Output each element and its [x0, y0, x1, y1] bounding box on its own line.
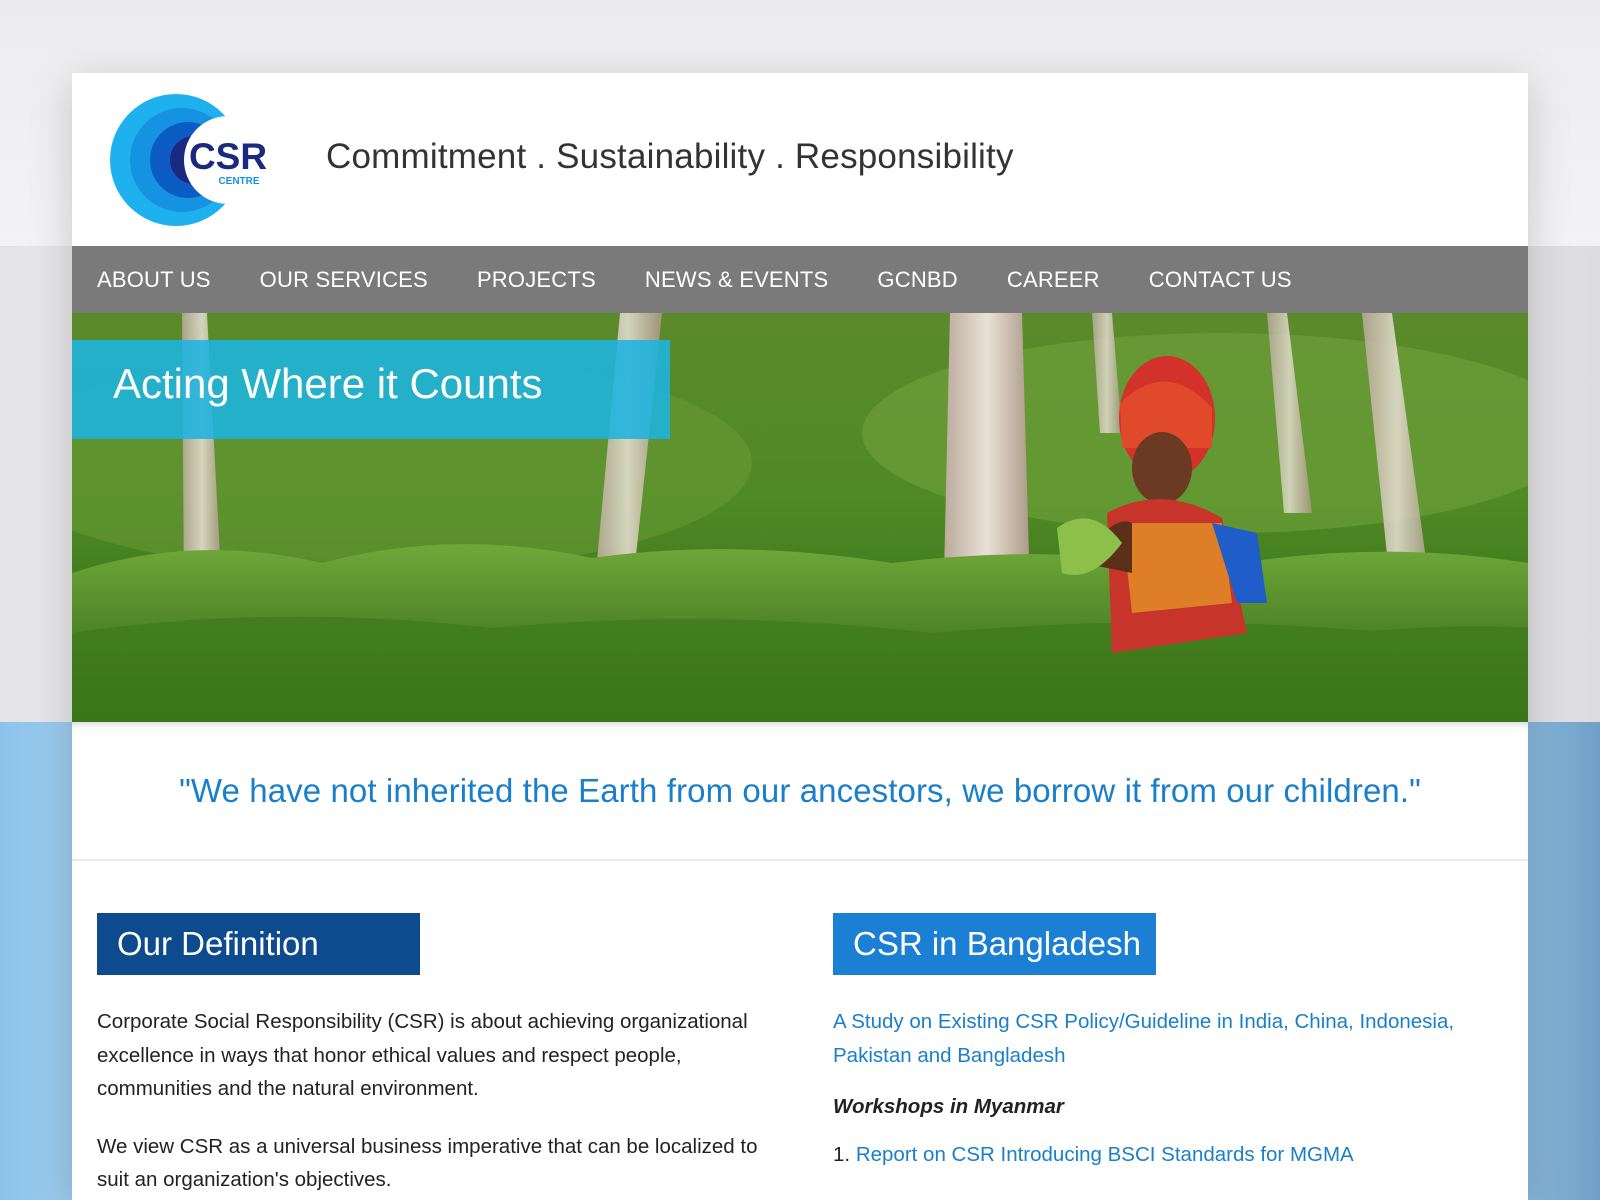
reports-list: 1. Report on CSR Introducing BSCI Standa…: [833, 1143, 1493, 1167]
nav-career[interactable]: CAREER: [1007, 267, 1100, 293]
definition-heading: Our Definition: [97, 913, 420, 975]
website-page: CSR CENTRE Commitment . Sustainability .…: [72, 73, 1528, 1200]
svg-text:CSR: CSR: [189, 136, 267, 177]
definition-paragraph: We view CSR as a universal business impe…: [97, 1134, 758, 1192]
csr-centre-logo[interactable]: CSR CENTRE: [110, 93, 275, 228]
site-tagline: Commitment . Sustainability . Responsibi…: [326, 137, 1014, 176]
nav-projects[interactable]: PROJECTS: [477, 267, 596, 293]
list-item: 1. Report on CSR Introducing BSCI Standa…: [833, 1143, 1493, 1167]
bangladesh-column: CSR in Bangladesh A Study on Existing CS…: [833, 913, 1493, 1167]
definition-column: Our Definition Corporate Social Responsi…: [97, 913, 767, 1197]
nav-gcnbd[interactable]: GCNBD: [877, 267, 957, 293]
bsci-report-link[interactable]: Report on CSR Introducing BSCI Standards…: [856, 1143, 1354, 1166]
content-columns: Our Definition Corporate Social Responsi…: [72, 861, 1528, 1191]
definition-paragraph: Corporate Social Responsibility (CSR) is…: [97, 1010, 748, 1100]
main-nav: ABOUT US OUR SERVICES PROJECTS NEWS & EV…: [72, 246, 1528, 313]
site-header: CSR CENTRE Commitment . Sustainability .…: [72, 73, 1528, 246]
hero-banner: Acting Where it Counts: [72, 340, 670, 439]
nav-news-events[interactable]: NEWS & EVENTS: [645, 267, 829, 293]
nav-contact-us[interactable]: CONTACT US: [1149, 267, 1292, 293]
csr-policy-study-link[interactable]: A Study on Existing CSR Policy/Guideline…: [833, 1005, 1493, 1072]
nav-our-services[interactable]: OUR SERVICES: [260, 267, 428, 293]
bangladesh-heading: CSR in Bangladesh: [833, 913, 1156, 975]
quote-text: "We have not inherited the Earth from ou…: [179, 771, 1421, 809]
svg-text:CENTRE: CENTRE: [218, 176, 259, 187]
nav-about-us[interactable]: ABOUT US: [97, 267, 211, 293]
list-number: 1.: [833, 1143, 851, 1166]
workshops-heading: Workshops in Myanmar: [833, 1095, 1064, 1118]
quote-section: "We have not inherited the Earth from ou…: [72, 722, 1528, 861]
hero-section: Acting Where it Counts: [72, 313, 1528, 722]
hero-title: Acting Where it Counts: [113, 360, 543, 407]
